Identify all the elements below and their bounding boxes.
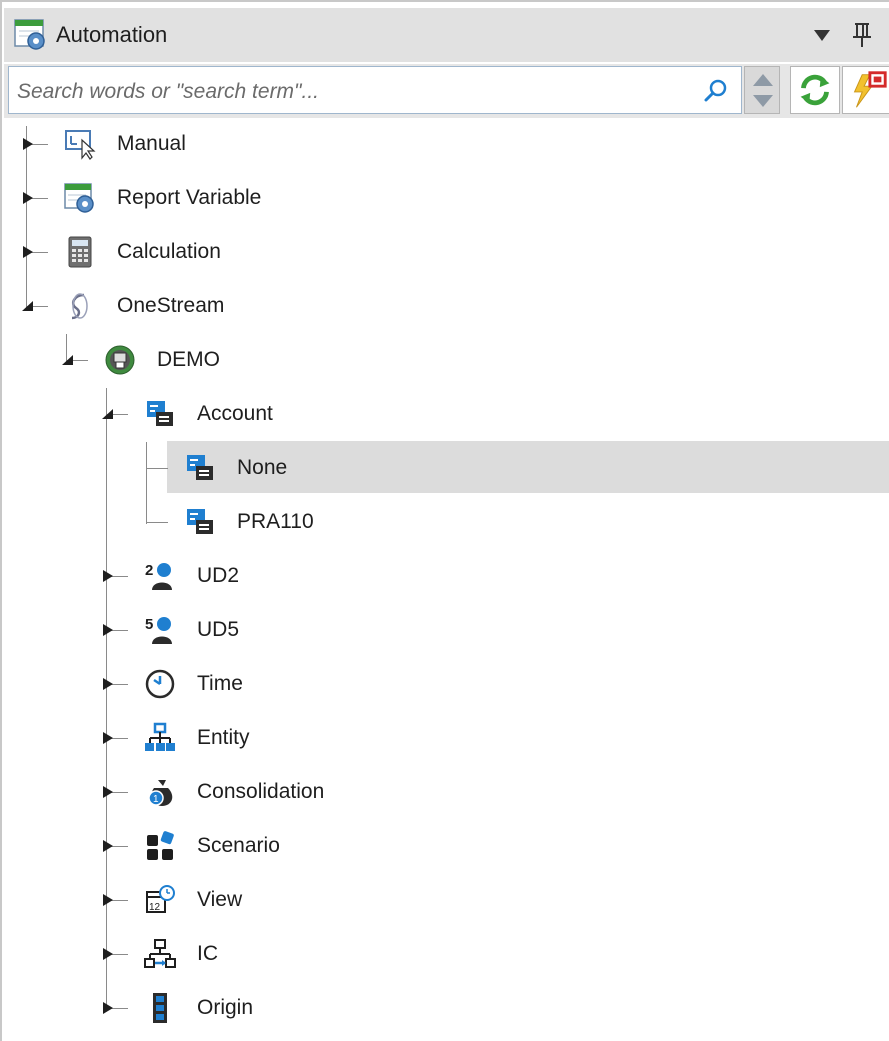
database-connection-icon (105, 345, 135, 375)
tree-item-label: Consolidation (197, 780, 325, 803)
report-variable-gear-icon (64, 183, 94, 213)
tree-item-label: UD2 (197, 564, 240, 587)
hierarchy-icon (145, 722, 175, 751)
tree-item-ud5[interactable]: 5 UD5 (4, 604, 889, 656)
expand-arrow-icon[interactable] (20, 244, 36, 260)
collapse-arrow-icon[interactable] (20, 298, 36, 314)
intercompany-hierarchy-icon (144, 939, 176, 968)
tree-item-label: None (237, 456, 288, 479)
account-dimension-icon (187, 455, 213, 480)
expand-arrow-icon[interactable] (100, 622, 116, 638)
scenario-blocks-icon (147, 831, 174, 860)
tree-connector (146, 442, 147, 524)
expand-arrow-icon[interactable] (100, 784, 116, 800)
tree-item-report-variable[interactable]: Report Variable (4, 172, 889, 224)
tree-item-time[interactable]: Time (4, 658, 889, 710)
tree-item-label: Origin (197, 996, 254, 1019)
calendar-clock-icon: 12 (146, 885, 175, 913)
next-result-arrow-icon[interactable] (750, 91, 776, 111)
svg-text:5: 5 (145, 616, 153, 633)
user-defined-5-icon: 5 (145, 616, 172, 644)
clock-icon (145, 669, 175, 699)
svg-text:2: 2 (145, 562, 153, 579)
collapse-arrow-icon[interactable] (100, 406, 116, 422)
account-dimension-icon (147, 401, 173, 426)
clear-selection-button[interactable] (842, 66, 889, 114)
automation-tree: Manual Report Variable Calculation OneSt… (4, 118, 889, 1041)
search-input[interactable] (17, 79, 677, 105)
expand-arrow-icon[interactable] (20, 190, 36, 206)
tree-item-ic[interactable]: IC (4, 928, 889, 980)
collapse-arrow-icon[interactable] (60, 352, 76, 368)
tree-item-label: OneStream (117, 294, 225, 317)
refresh-icon (800, 74, 830, 106)
tree-item-consolidation[interactable]: 1 Consolidation (4, 766, 889, 818)
panel-title: Automation (56, 22, 168, 47)
tree-item-label: DEMO (157, 348, 220, 371)
automation-panel: Automation Search words or "search term"… (0, 0, 889, 1041)
account-dimension-icon (187, 509, 213, 534)
expand-arrow-icon[interactable] (100, 892, 116, 908)
tree-item-pra110[interactable]: PRA110 (167, 496, 889, 548)
tree-item-scenario[interactable]: Scenario (4, 820, 889, 872)
tree-item-onestream[interactable]: OneStream (4, 280, 889, 332)
pin-icon[interactable] (850, 20, 874, 50)
svg-text:1: 1 (153, 794, 159, 805)
search-navigation-spinner (744, 66, 780, 114)
previous-result-arrow-icon[interactable] (750, 70, 776, 90)
tree-item-calculation[interactable]: Calculation (4, 226, 889, 278)
svg-text:12: 12 (149, 902, 161, 913)
expand-arrow-icon[interactable] (100, 838, 116, 854)
tree-item-label: Manual (117, 132, 186, 155)
money-bag-icon: 1 (148, 780, 173, 806)
panel-menu-dropdown-icon[interactable] (810, 24, 834, 46)
expand-arrow-icon[interactable] (20, 136, 36, 152)
search-box (8, 66, 742, 114)
manual-cursor-icon (65, 130, 96, 160)
automation-gear-icon (14, 19, 45, 50)
tree-item-none[interactable]: None (167, 442, 889, 494)
tree-item-label: Scenario (197, 834, 280, 857)
tree-item-label: Calculation (117, 240, 221, 263)
search-icon[interactable] (703, 78, 729, 104)
tree-item-label: UD5 (197, 618, 240, 641)
tree-item-manual[interactable]: Manual (4, 118, 889, 170)
tree-item-label: IC (197, 942, 218, 965)
tree-connector (146, 468, 168, 469)
expand-arrow-icon[interactable] (100, 1000, 116, 1016)
expand-arrow-icon[interactable] (100, 946, 116, 962)
calculator-icon (68, 236, 92, 268)
clear-cache-lightning-icon (853, 71, 887, 108)
expand-arrow-icon[interactable] (100, 730, 116, 746)
tree-item-demo[interactable]: DEMO (4, 334, 889, 386)
tree-item-entity[interactable]: Entity (4, 712, 889, 764)
expand-arrow-icon[interactable] (100, 676, 116, 692)
origin-stack-icon (153, 993, 167, 1023)
user-defined-2-icon: 2 (145, 562, 172, 590)
tree-item-account[interactable]: Account (4, 388, 889, 440)
tree-item-label: Entity (197, 726, 250, 749)
refresh-button[interactable] (790, 66, 840, 114)
tree-item-label: View (197, 888, 243, 911)
onestream-logo-icon (71, 293, 88, 320)
search-toolbar (4, 64, 889, 118)
expand-arrow-icon[interactable] (100, 568, 116, 584)
tree-item-label: PRA110 (237, 510, 314, 533)
panel-title-bar: Automation (4, 8, 889, 62)
tree-item-view[interactable]: 12 View (4, 874, 889, 926)
tree-item-origin[interactable]: Origin (4, 982, 889, 1034)
tree-connector (146, 522, 168, 523)
tree-item-label: Time (197, 672, 243, 695)
tree-item-label: Report Variable (117, 186, 262, 209)
tree-item-ud2[interactable]: 2 UD2 (4, 550, 889, 602)
tree-item-label: Account (197, 402, 273, 425)
